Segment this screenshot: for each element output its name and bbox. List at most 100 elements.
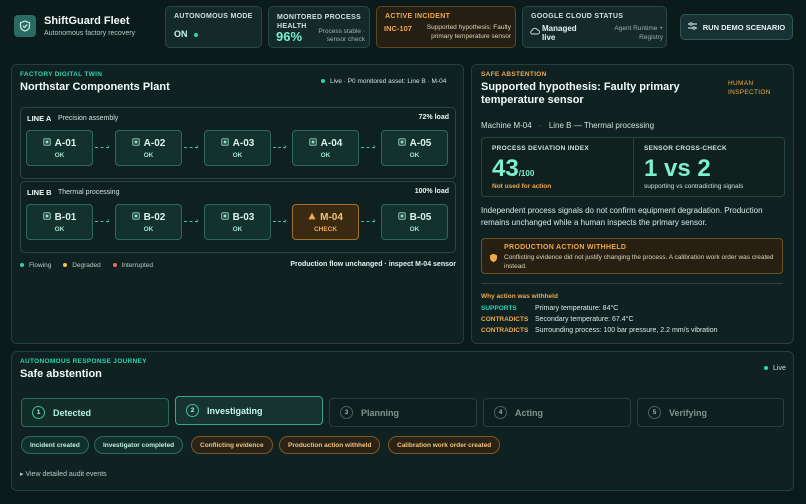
audit-events-toggle[interactable]: ▸ View detailed audit events xyxy=(20,470,107,478)
machine-icon xyxy=(398,137,406,149)
flow-arrow-icon: › xyxy=(196,216,199,225)
machine-status: OK xyxy=(143,151,154,159)
machine-name-row: M-04 xyxy=(308,212,343,223)
step-number: 3 xyxy=(340,406,353,419)
machine-status: OK xyxy=(409,225,420,233)
human-inspection-badge: Human inspection xyxy=(728,80,771,96)
journey-step-verifying[interactable]: 5 Verifying xyxy=(637,398,784,427)
journey-step-investigating[interactable]: 2 Investigating xyxy=(175,396,323,425)
deviation-unit: /100 xyxy=(518,169,535,178)
flow-arrow-icon: › xyxy=(284,142,287,151)
machine-card[interactable]: M-04 CHECK xyxy=(292,204,359,240)
deviation-index-card: Process deviation index 43/100 Not used … xyxy=(481,137,634,197)
step-label: Investigating xyxy=(207,405,263,416)
step-label: Verifying xyxy=(669,407,708,418)
machine-status: OK xyxy=(320,151,331,159)
crosscheck-label: Sensor cross-check xyxy=(644,145,728,152)
machine-name: A-02 xyxy=(143,137,166,149)
autonomous-mode-state: ON xyxy=(174,29,188,39)
machine-card[interactable]: B-03 OK xyxy=(204,204,271,240)
machine-name-row: A-04 xyxy=(309,137,342,149)
machine-card[interactable]: B-02 OK xyxy=(115,204,182,240)
journey-step-detected[interactable]: 1 Detected xyxy=(21,398,169,427)
production-withheld-alert: Production action withheld Conflicting e… xyxy=(481,238,783,274)
machine-status: OK xyxy=(232,225,243,233)
why-withheld-label: Why action was withheld xyxy=(481,293,558,300)
flow-legend: Flowing Degraded Interrupted xyxy=(20,262,153,269)
machine-name: B-01 xyxy=(54,211,77,223)
evidence-tag: CONTRADICTS xyxy=(481,316,529,323)
interrupted-dot-icon xyxy=(112,263,117,268)
step-label: Detected xyxy=(53,407,92,418)
machine-card[interactable]: A-05 OK xyxy=(381,130,448,166)
deviation-value-row: 43/100 xyxy=(492,155,623,183)
journey-label: Autonomous response journey xyxy=(20,358,147,365)
journey-step-planning[interactable]: 3 Planning xyxy=(329,398,477,427)
event-chip[interactable]: Incident created xyxy=(21,436,89,454)
evidence-text: Surrounding process: 100 bar pressure, 2… xyxy=(535,327,718,334)
run-demo-button[interactable]: Run demo scenario xyxy=(680,14,793,40)
step-label: Acting xyxy=(515,407,543,418)
flow-arrow-icon: › xyxy=(196,142,199,151)
machine-card[interactable]: A-04 OK xyxy=(292,130,359,166)
evidence-tag: SUPPORTS xyxy=(481,305,517,312)
step-number: 2 xyxy=(186,404,199,417)
machine-icon xyxy=(309,137,317,149)
machine-status: OK xyxy=(54,225,65,233)
machine-name-row: A-02 xyxy=(132,137,166,149)
deviation-note: Not used for action xyxy=(492,183,552,190)
evidence-row: SUPPORTS Primary temperature: 84°C xyxy=(481,305,618,312)
machine-card[interactable]: A-01 OK xyxy=(26,130,93,166)
machine-name-row: B-05 xyxy=(398,211,432,223)
incident-text: Supported hypothesis: Faulty primary tem… xyxy=(426,24,511,40)
deviation-label: Process deviation index xyxy=(492,145,590,152)
event-chip[interactable]: Investigator completed xyxy=(94,436,184,454)
machine-name-row: A-01 xyxy=(43,138,76,149)
machine-card[interactable]: A-02 OK xyxy=(115,130,182,166)
crosscheck-value: 1 vs 2 xyxy=(644,155,711,182)
event-chip[interactable]: Conflicting evidence xyxy=(191,436,273,454)
meta-separator: · xyxy=(538,121,542,130)
machine-name: B-03 xyxy=(232,211,255,223)
legend-interrupted: Interrupted xyxy=(121,262,154,269)
withheld-text: Conflicting evidence did not justify cha… xyxy=(504,254,774,270)
cloud-icon xyxy=(530,27,540,37)
machine-name: B-05 xyxy=(409,211,432,223)
event-chip[interactable]: Production action withheld xyxy=(279,436,381,454)
machine-card[interactable]: B-05 OK xyxy=(381,204,448,240)
cloud-status-label: Google Cloud status xyxy=(531,13,624,20)
flow-arrow-icon: › xyxy=(107,216,110,225)
cloud-status-note: Agent Runtime + Registry xyxy=(614,25,663,41)
journey-step-acting[interactable]: 4 Acting xyxy=(483,398,631,427)
event-chip[interactable]: Calibration work order created xyxy=(388,436,501,454)
process-health-value: 96% xyxy=(276,29,303,44)
machine-name-row: B-03 xyxy=(221,211,255,223)
withheld-title: Production action withheld xyxy=(504,244,627,251)
line-load: 72% load xyxy=(418,114,449,121)
machine-card[interactable]: B-01 OK xyxy=(26,204,93,240)
active-incident-label: Active incident xyxy=(385,13,451,20)
autonomous-mode-card: Autonomous mode ON xyxy=(165,6,262,48)
machine-meta: Machine M-04 · Line B — Thermal processi… xyxy=(481,121,654,130)
evidence-row: CONTRADICTS Secondary temperature: 67.4°C xyxy=(481,316,634,323)
flow-arrow-icon: › xyxy=(107,142,110,151)
active-incident-card[interactable]: Active incident INC-107 Supported hypoth… xyxy=(376,6,516,48)
machine-icon xyxy=(132,137,140,149)
machine-name: M-04 xyxy=(320,211,343,223)
step-number: 1 xyxy=(32,406,45,419)
twin-footer-status: Production flow unchanged · inspect M-04… xyxy=(290,261,456,268)
app-subtitle: Autonomous factory recovery xyxy=(44,30,136,37)
machine-icon xyxy=(398,211,406,223)
step-number: 5 xyxy=(648,406,661,419)
step-label: Planning xyxy=(361,407,399,418)
abstention-title: Supported hypothesis: Faulty primary tem… xyxy=(481,81,680,106)
machine-icon xyxy=(221,137,229,149)
evidence-row: CONTRADICTS Surrounding process: 100 bar … xyxy=(481,327,717,334)
cloud-status-value: Managed live xyxy=(542,24,577,42)
machine-card[interactable]: A-03 OK xyxy=(204,130,271,166)
status-dot-icon xyxy=(194,32,199,37)
step-number: 4 xyxy=(494,406,507,419)
journey-live-status: Live xyxy=(764,365,786,372)
cloud-status-card: Google Cloud status Managed live Agent R… xyxy=(522,6,667,48)
shield-logo-icon xyxy=(14,15,36,37)
